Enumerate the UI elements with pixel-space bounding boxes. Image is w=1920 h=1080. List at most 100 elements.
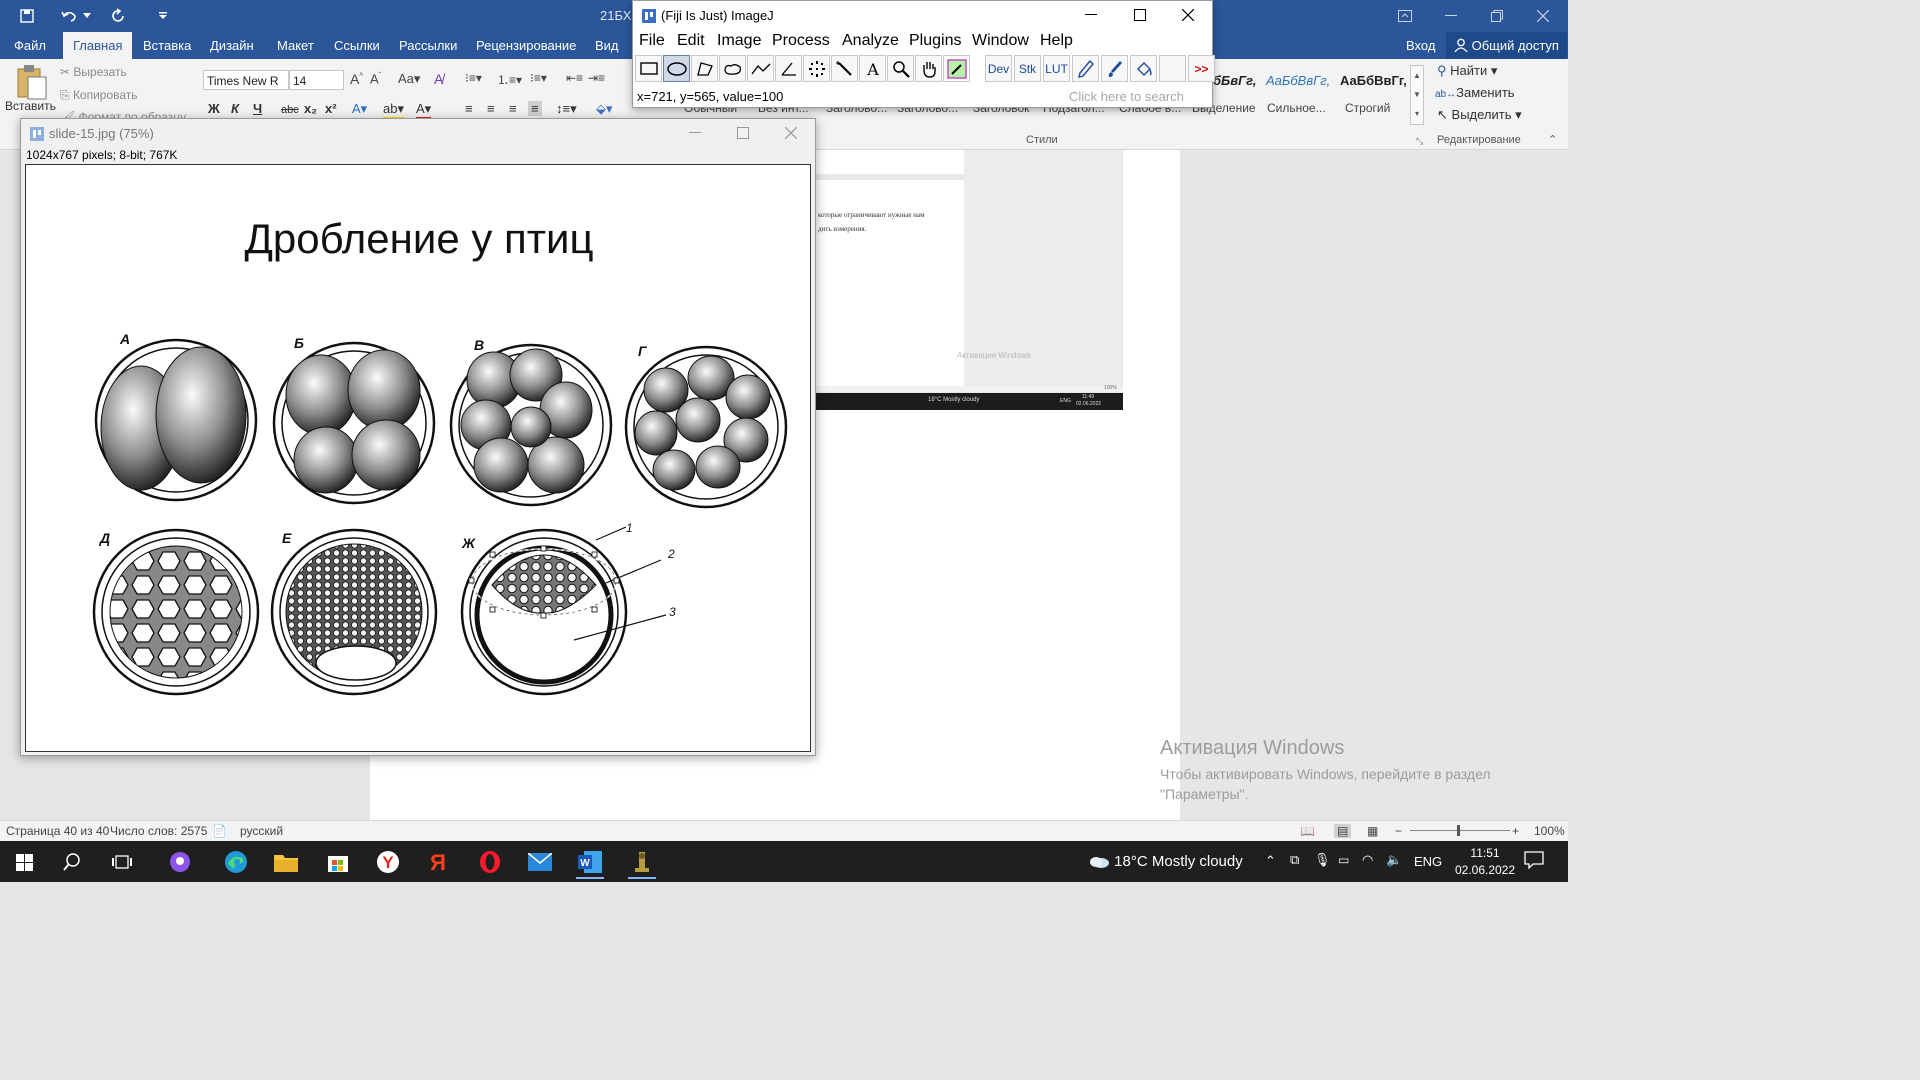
tab-insert[interactable]: Вставка	[133, 32, 201, 59]
close-icon[interactable]	[1520, 0, 1566, 32]
imagej-close-icon[interactable]	[1182, 9, 1194, 21]
menu-analyze[interactable]: Analyze	[842, 32, 899, 50]
lut-tool-button[interactable]: LUT	[1043, 55, 1070, 82]
rectangle-tool-icon[interactable]	[635, 55, 662, 82]
read-mode-icon[interactable]: 📖	[1300, 824, 1315, 838]
tab-references[interactable]: Ссылки	[324, 32, 390, 59]
ribbon-display-options-icon[interactable]	[1382, 0, 1428, 32]
wand-tool-icon[interactable]	[831, 55, 858, 82]
empty-tool-slot[interactable]	[1159, 55, 1186, 82]
pencil-tool-icon[interactable]	[1072, 55, 1099, 82]
replace-button[interactable]: ab↔Заменить	[1435, 85, 1515, 100]
undo-dropdown-icon[interactable]	[82, 6, 92, 26]
increase-indent-icon[interactable]: ⇥≡	[588, 71, 605, 85]
word-taskbar-icon[interactable]: W	[570, 845, 610, 879]
customize-qat-icon[interactable]	[152, 6, 174, 26]
strikethrough-button[interactable]: abc	[281, 104, 299, 116]
freehand-tool-icon[interactable]	[719, 55, 746, 82]
paste-icon[interactable]	[14, 63, 48, 101]
signin-link[interactable]: Вход	[1406, 32, 1435, 59]
styles-scroll[interactable]: ▲ ▼ ▾	[1410, 65, 1424, 125]
page-count[interactable]: Страница 40 из 40	[6, 824, 109, 838]
grow-font-button[interactable]: A^	[350, 71, 363, 87]
multilevel-list-icon[interactable]: ⁝≡▾	[530, 71, 547, 85]
stk-tool-button[interactable]: Stk	[1014, 55, 1041, 82]
file-explorer-icon[interactable]	[266, 845, 306, 879]
search-taskbar-icon[interactable]	[52, 845, 92, 879]
imagej-maximize-icon[interactable]	[1134, 9, 1146, 21]
bold-button[interactable]: Ж	[208, 101, 220, 116]
zoom-level[interactable]: 100%	[1534, 824, 1565, 838]
styles-launcher-icon[interactable]: ⤡	[1416, 136, 1423, 147]
text-tool-icon[interactable]: A	[859, 55, 886, 82]
menu-help[interactable]: Help	[1040, 32, 1073, 50]
color-picker-tool-icon[interactable]	[943, 55, 970, 82]
edge-icon[interactable]	[216, 845, 256, 879]
align-left-icon[interactable]: ≡	[465, 101, 473, 116]
flood-fill-tool-icon[interactable]	[1130, 55, 1157, 82]
volume-icon[interactable]: 🔈	[1386, 852, 1402, 868]
point-tool-icon[interactable]	[803, 55, 830, 82]
print-layout-icon[interactable]: ▤	[1334, 824, 1352, 838]
style-preview-intense[interactable]: АаБбВвГг,	[1266, 73, 1330, 88]
opera-icon[interactable]	[470, 845, 510, 879]
mail-icon[interactable]	[520, 845, 560, 879]
imagej-minimize-icon[interactable]	[1085, 7, 1097, 21]
image-maximize-icon[interactable]	[737, 127, 749, 139]
font-size-combo[interactable]: 14	[289, 70, 344, 90]
zoom-slider[interactable]	[1410, 830, 1510, 831]
yandex-icon[interactable]: Я	[418, 845, 458, 879]
start-windows-icon[interactable]	[4, 845, 44, 879]
text-effects-icon[interactable]: A▾	[352, 101, 367, 117]
oval-tool-icon[interactable]	[663, 55, 690, 82]
image-canvas[interactable]: Дробление у птиц А Б В Г Д Е Ж 1 2 3	[25, 164, 811, 752]
zoom-in-button[interactable]: +	[1512, 824, 1519, 838]
subscript-button[interactable]: x₂	[304, 101, 317, 116]
superscript-button[interactable]: x²	[325, 101, 337, 116]
task-view-icon[interactable]	[102, 845, 142, 879]
magnifier-tool-icon[interactable]	[887, 55, 914, 82]
style-intense-emphasis[interactable]: Сильное...	[1267, 101, 1326, 115]
share-button[interactable]: Общий доступ	[1446, 32, 1567, 59]
tab-mailings[interactable]: Рассылки	[389, 32, 467, 59]
wifi-icon[interactable]: ◠	[1362, 852, 1373, 868]
menu-process[interactable]: Process	[772, 32, 830, 50]
find-button[interactable]: ⚲ Найти ▾	[1437, 63, 1497, 79]
change-case-button[interactable]: Aa▾	[398, 71, 420, 87]
polygon-tool-icon[interactable]	[691, 55, 718, 82]
tab-design[interactable]: Дизайн	[200, 32, 264, 59]
restore-icon[interactable]	[1474, 0, 1520, 32]
yandex-browser-icon[interactable]: Y	[368, 845, 408, 879]
meet-now-icon[interactable]: ⧉	[1290, 852, 1299, 868]
microphone-icon[interactable]: 🎙	[1314, 852, 1331, 868]
menu-file[interactable]: File	[639, 32, 665, 50]
paste-button[interactable]: Вставить	[5, 99, 56, 113]
angle-tool-icon[interactable]	[775, 55, 802, 82]
redo-icon[interactable]	[107, 6, 129, 26]
shading-icon[interactable]: ⬙▾	[596, 101, 613, 117]
italic-button[interactable]: К	[231, 101, 239, 116]
cut-button[interactable]: ✂ Вырезать	[60, 65, 127, 79]
menu-image[interactable]: Image	[717, 32, 761, 50]
fiji-taskbar-icon[interactable]	[622, 845, 662, 879]
imagej-search-input[interactable]: Click here to search	[1069, 87, 1209, 106]
tab-file[interactable]: Файл	[4, 32, 56, 59]
notifications-icon[interactable]	[1524, 851, 1544, 869]
tab-view[interactable]: Вид	[585, 32, 629, 59]
align-right-icon[interactable]: ≡	[509, 101, 517, 116]
tab-home[interactable]: Главная	[63, 32, 133, 59]
tab-layout[interactable]: Макет	[267, 32, 324, 59]
language-status[interactable]: русский	[240, 824, 283, 838]
input-language[interactable]: ENG	[1414, 854, 1442, 869]
minimize-icon[interactable]	[1428, 0, 1474, 32]
undo-icon[interactable]	[58, 6, 80, 26]
tab-review[interactable]: Рецензирование	[466, 32, 586, 59]
proofing-icon[interactable]: 📄	[212, 824, 227, 838]
collapse-ribbon-icon[interactable]: ⌃	[1548, 133, 1557, 146]
zoom-out-button[interactable]: −	[1395, 824, 1402, 838]
show-hidden-icons-icon[interactable]: ⌃	[1265, 853, 1276, 869]
numbering-icon[interactable]: ⒈≡▾	[497, 71, 522, 88]
more-tools-button[interactable]: >>	[1188, 55, 1215, 82]
web-layout-icon[interactable]: ▦	[1367, 824, 1378, 838]
clock[interactable]: 11:51 02.06.2022	[1450, 845, 1520, 879]
